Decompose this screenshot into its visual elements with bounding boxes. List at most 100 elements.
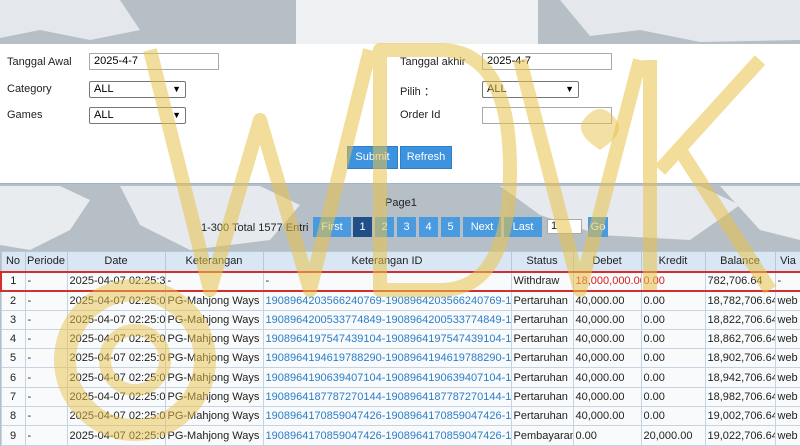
- cell-balance: 18,782,706.64: [704, 290, 776, 311]
- cell-periode: -: [24, 328, 68, 350]
- table-row-highlighted: 1 - 2025-04-07 02:25:33 - - Withdraw 18,…: [0, 270, 800, 292]
- cell-debet: 40,000.00: [572, 386, 642, 408]
- cell-no: 9: [0, 425, 26, 446]
- pager-next-button[interactable]: Next: [463, 217, 501, 237]
- cell-keterangan: -: [164, 270, 264, 292]
- col-header-no[interactable]: No: [0, 251, 26, 272]
- table-row: 3 - 2025-04-07 02:25:07 PG-Mahjong Ways …: [0, 309, 800, 330]
- cell-kredit: 20,000.00: [640, 425, 706, 446]
- pilih-select[interactable]: ALL ▼: [482, 81, 579, 98]
- cell-via: web: [774, 309, 800, 330]
- cell-periode: -: [24, 406, 68, 427]
- cell-kredit: 0.00: [640, 270, 706, 292]
- start-date-input[interactable]: 2025-4-7: [89, 53, 219, 70]
- cell-no: 1: [0, 270, 26, 292]
- cell-via: web: [774, 425, 800, 446]
- cell-balance: 18,942,706.64: [704, 367, 776, 388]
- cell-status: Pertaruhan: [510, 367, 574, 388]
- cell-keterangan-id: -: [262, 270, 512, 292]
- cell-date: 2025-04-07 02:25:00: [66, 425, 166, 446]
- cell-periode: -: [24, 270, 68, 292]
- pager-page-2[interactable]: 2: [375, 217, 394, 237]
- cell-no: 7: [0, 386, 26, 408]
- start-date-label: Tanggal Awal: [7, 56, 72, 68]
- pager-page-3[interactable]: 3: [397, 217, 416, 237]
- pilih-label: Pilih ：: [400, 86, 435, 98]
- col-header-date[interactable]: Date: [66, 251, 166, 272]
- col-header-periode[interactable]: Periode: [24, 251, 68, 272]
- cell-keterangan: PG-Mahjong Ways 2: [164, 386, 264, 408]
- end-date-label: Tanggal akhir: [400, 56, 466, 68]
- cell-keterangan: PG-Mahjong Ways 2: [164, 406, 264, 427]
- cell-keterangan-id-link[interactable]: 1908964203566240769-1908964203566240769-…: [262, 290, 512, 311]
- cell-balance: 18,902,706.64: [704, 348, 776, 369]
- order-id-input[interactable]: [482, 107, 612, 124]
- cell-no: 8: [0, 406, 26, 427]
- cell-keterangan-id-link[interactable]: 1908964194619788290-1908964194619788290-…: [262, 348, 512, 369]
- cell-balance: 782,706.64: [704, 270, 776, 292]
- cell-status: Pertaruhan: [510, 290, 574, 311]
- table-row: 6 - 2025-04-07 02:25:05 PG-Mahjong Ways …: [0, 367, 800, 388]
- cell-balance: 18,982,706.64: [704, 386, 776, 408]
- refresh-button[interactable]: Refresh: [400, 146, 452, 169]
- page-title: Page1: [385, 197, 417, 209]
- cell-date: 2025-04-07 02:25:05: [66, 367, 166, 388]
- cell-via: -: [774, 270, 800, 292]
- category-select-value: ALL: [94, 83, 114, 95]
- cell-keterangan-id-link[interactable]: 1908964200533774849-1908964200533774849-…: [262, 309, 512, 330]
- col-header-via[interactable]: Via: [774, 251, 800, 272]
- cell-status: Pertaruhan: [510, 386, 574, 408]
- cell-keterangan: PG-Mahjong Ways 2: [164, 348, 264, 369]
- col-header-debet[interactable]: Debet: [572, 251, 642, 272]
- pager-page-1[interactable]: 1: [353, 217, 372, 237]
- cell-debet: 0.00: [572, 425, 642, 446]
- col-header-balance[interactable]: Balance: [704, 251, 776, 272]
- end-date-input[interactable]: 2025-4-7: [482, 53, 612, 70]
- pager-page-4[interactable]: 4: [419, 217, 438, 237]
- cell-periode: -: [24, 367, 68, 388]
- cell-debet: 40,000.00: [572, 348, 642, 369]
- cell-status: Pertaruhan: [510, 348, 574, 369]
- cell-status: Pembayaran: [510, 425, 574, 446]
- col-header-keterangan-id[interactable]: Keterangan ID: [262, 251, 512, 272]
- games-select[interactable]: ALL ▼: [89, 107, 186, 124]
- category-select[interactable]: ALL ▼: [89, 81, 186, 98]
- table-row: 4 - 2025-04-07 02:25:06 PG-Mahjong Ways …: [0, 328, 800, 350]
- cell-kredit: 0.00: [640, 328, 706, 350]
- cell-balance: 19,002,706.64: [704, 406, 776, 427]
- cell-debet: 18,000,000.00: [572, 270, 642, 292]
- submit-button[interactable]: Submit: [347, 146, 398, 169]
- cell-via: web: [774, 367, 800, 388]
- pager-goto-input[interactable]: 1: [547, 219, 582, 234]
- cell-no: 2: [0, 290, 26, 311]
- col-header-keterangan[interactable]: Keterangan: [164, 251, 264, 272]
- cell-keterangan-id-link[interactable]: 1908964187787270144-1908964187787270144-…: [262, 386, 512, 408]
- cell-debet: 40,000.00: [572, 309, 642, 330]
- cell-no: 3: [0, 309, 26, 330]
- cell-keterangan: PG-Mahjong Ways 2: [164, 367, 264, 388]
- table-row: 8 - 2025-04-07 02:25:00 PG-Mahjong Ways …: [0, 406, 800, 427]
- category-label: Category: [7, 83, 52, 95]
- cell-keterangan-id-link[interactable]: 1908964190639407104-1908964190639407104-…: [262, 367, 512, 388]
- pager-go-button[interactable]: Go: [588, 217, 608, 237]
- cell-no: 5: [0, 348, 26, 369]
- cell-periode: -: [24, 425, 68, 446]
- table-header-row: No Periode Date Keterangan Keterangan ID…: [0, 251, 800, 272]
- col-header-status[interactable]: Status: [510, 251, 574, 272]
- chevron-down-icon: ▼: [172, 84, 181, 94]
- pager-page-5[interactable]: 5: [441, 217, 460, 237]
- transactions-table: No Periode Date Keterangan Keterangan ID…: [0, 251, 800, 446]
- cell-keterangan-id-link[interactable]: 1908964170859047426-1908964170859047426-…: [262, 425, 512, 446]
- cell-kredit: 0.00: [640, 309, 706, 330]
- cell-keterangan-id-link[interactable]: 1908964170859047426-1908964170859047426-…: [262, 406, 512, 427]
- cell-no: 6: [0, 367, 26, 388]
- cell-keterangan-id-link[interactable]: 1908964197547439104-1908964197547439104-…: [262, 328, 512, 350]
- pager-first-button[interactable]: First: [313, 217, 351, 237]
- col-header-kredit[interactable]: Kredit: [640, 251, 706, 272]
- pager-last-button[interactable]: Last: [504, 217, 542, 237]
- top-banner-area: [296, 0, 538, 48]
- cell-via: web: [774, 406, 800, 427]
- cell-keterangan: PG-Mahjong Ways 2: [164, 425, 264, 446]
- table-row: 9 - 2025-04-07 02:25:00 PG-Mahjong Ways …: [0, 425, 800, 446]
- chevron-down-icon: ▼: [565, 84, 574, 94]
